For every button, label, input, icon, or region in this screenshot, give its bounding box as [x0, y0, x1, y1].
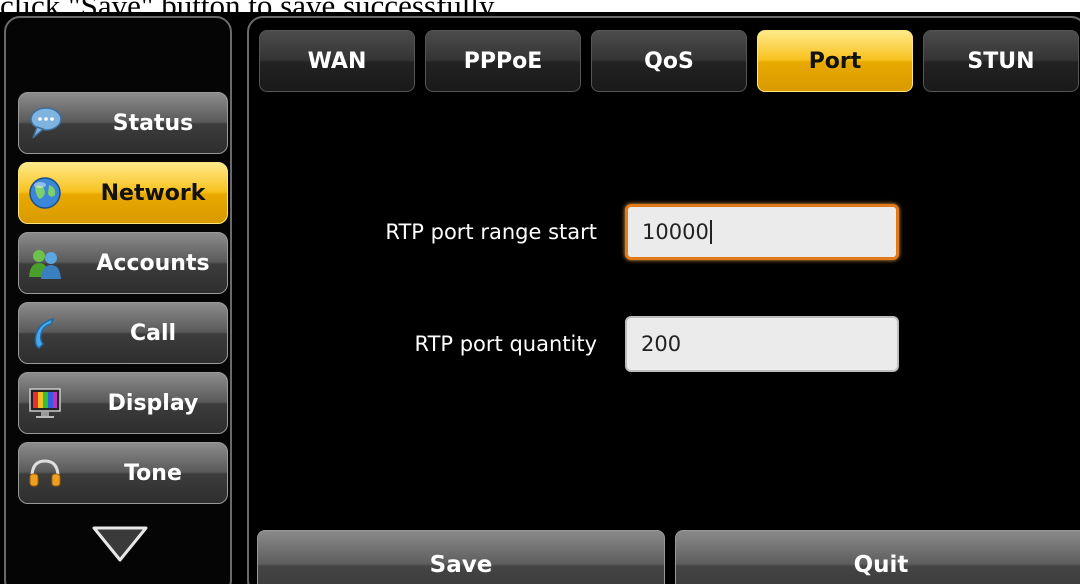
- save-button-label: Save: [429, 552, 493, 578]
- rtp-port-quantity-label: RTP port quantity: [414, 332, 598, 356]
- tab-wan[interactable]: WAN: [259, 30, 415, 92]
- sidebar-item-status[interactable]: Status: [18, 92, 228, 154]
- tab-label: Port: [808, 48, 862, 74]
- save-button[interactable]: Save: [257, 530, 665, 584]
- main-panel: WAN PPPoE QoS Port STUN RTP port range s…: [247, 16, 1080, 584]
- quit-button-label: Quit: [853, 552, 909, 578]
- handset-icon: [34, 317, 55, 349]
- sidebar-item-label: Display: [107, 390, 199, 416]
- sidebar-item-label: Status: [112, 110, 194, 136]
- chat-bubble-icon: [30, 107, 62, 139]
- sidebar-item-call[interactable]: Call: [18, 302, 228, 364]
- rtp-port-range-start-input[interactable]: 10000: [625, 204, 899, 260]
- monitor-icon: [29, 388, 61, 418]
- tab-port[interactable]: Port: [757, 30, 913, 92]
- sidebar-item-label: Call: [129, 320, 177, 346]
- tab-label: PPPoE: [463, 48, 543, 74]
- tab-stun[interactable]: STUN: [923, 30, 1079, 92]
- sidebar-item-network[interactable]: Network: [18, 162, 228, 224]
- sidebar-item-accounts[interactable]: Accounts: [18, 232, 228, 294]
- rtp-port-quantity-input[interactable]: 200: [625, 316, 899, 372]
- text-caret: [709, 220, 712, 244]
- sidebar: Status Network Accounts Call Display Ton…: [4, 16, 232, 584]
- sidebar-item-display[interactable]: Display: [18, 372, 228, 434]
- users-icon: [29, 250, 61, 279]
- tab-label: STUN: [967, 48, 1035, 74]
- triangle-down-icon[interactable]: [90, 524, 150, 564]
- tab-pppoe[interactable]: PPPoE: [425, 30, 581, 92]
- quit-button[interactable]: Quit: [675, 530, 1080, 584]
- headphones-icon: [29, 459, 61, 487]
- rtp-port-range-start-label: RTP port range start: [385, 220, 597, 244]
- sidebar-item-label: Accounts: [96, 250, 210, 276]
- sidebar-item-tone[interactable]: Tone: [18, 442, 228, 504]
- tab-label: WAN: [307, 48, 367, 74]
- rtp-port-quantity-value: 200: [641, 332, 682, 356]
- tab-qos[interactable]: QoS: [591, 30, 747, 92]
- tab-label: QoS: [644, 48, 694, 74]
- phone-screen: Status Network Accounts Call Display Ton…: [0, 12, 1080, 584]
- sidebar-item-label: Network: [100, 180, 206, 206]
- rtp-port-range-start-value: 10000: [642, 220, 709, 244]
- sidebar-item-label: Tone: [124, 460, 182, 486]
- globe-icon: [29, 177, 61, 209]
